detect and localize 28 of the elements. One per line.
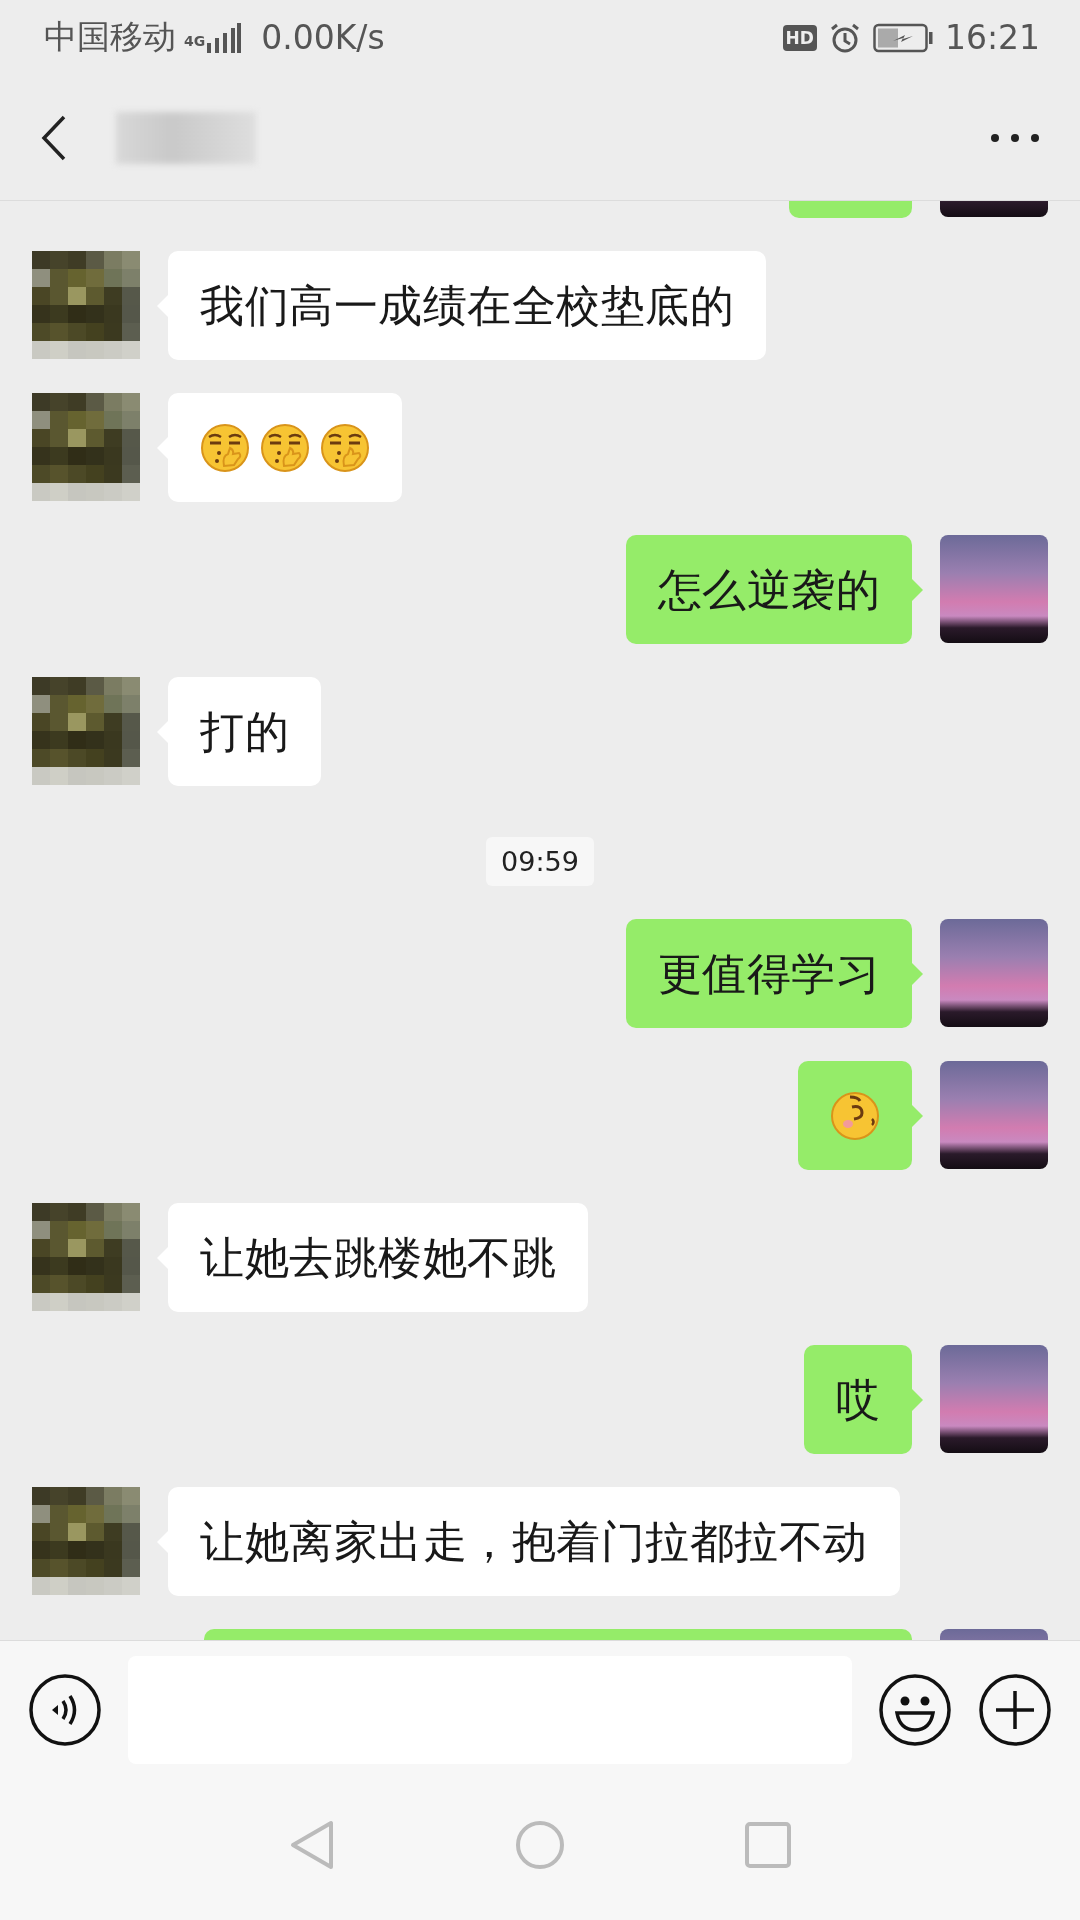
bubble-tail [911, 962, 923, 986]
message-bubble: 打的 [168, 677, 321, 786]
emoji-icon [830, 1090, 880, 1141]
emoji-icon [320, 421, 370, 474]
timestamp: 09:59 [486, 837, 594, 886]
network-speed: 0.00K/s [261, 18, 385, 57]
emoji-icon [200, 421, 250, 474]
more-icon[interactable] [990, 132, 1040, 143]
message-bubble: 更值得学习 [625, 919, 912, 1028]
emoji-icon[interactable] [878, 1673, 952, 1747]
alarm-icon [828, 21, 861, 54]
bubble-tail [911, 578, 923, 602]
emoji-icon [260, 421, 310, 474]
message-bubble: 我们高一成绩在全校垫底的 [168, 251, 766, 360]
message-bubble: 让她离家出走，抱着门拉都拉不动 [168, 1487, 900, 1596]
voice-icon[interactable] [28, 1673, 102, 1747]
message-bubble: 哎 [803, 1345, 912, 1454]
network-type: 4G [184, 33, 206, 49]
bubble-tail [911, 1388, 923, 1412]
plus-icon[interactable] [978, 1673, 1052, 1747]
message-bubble: 让她去跳楼她不跳 [168, 1203, 588, 1312]
clock-time: 16:21 [944, 18, 1040, 57]
signal-icon [207, 22, 242, 53]
message-bubble: 怎么逆袭的 [625, 535, 912, 644]
battery-icon [872, 22, 933, 53]
back-icon[interactable] [40, 113, 68, 162]
hd-badge: HD [782, 24, 817, 51]
carrier-name: 中国移动 [44, 16, 176, 58]
